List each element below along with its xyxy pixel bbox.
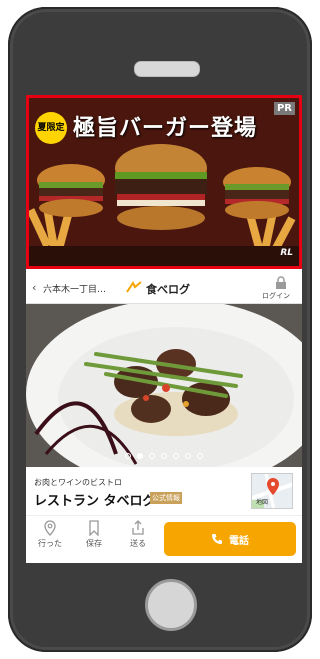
back-icon[interactable]: ‹ bbox=[32, 281, 36, 294]
site-logo[interactable]: 食べログ bbox=[146, 281, 190, 297]
share-icon bbox=[132, 520, 144, 535]
gallery-dot[interactable] bbox=[125, 453, 131, 459]
map-thumbnail[interactable]: 地図 bbox=[251, 473, 293, 509]
official-badge: 公式情報 bbox=[150, 492, 182, 504]
restaurant-genre: お肉とワインのビストロ bbox=[34, 478, 122, 487]
lock-icon bbox=[276, 276, 286, 289]
gallery-dot[interactable] bbox=[161, 453, 167, 459]
home-button[interactable] bbox=[145, 579, 197, 631]
call-label: 電話 bbox=[229, 535, 249, 547]
header-bar: ‹ 六本木一丁目… 食べログ ログイン bbox=[26, 273, 302, 304]
gallery-dot[interactable] bbox=[149, 453, 155, 459]
pr-label: PR bbox=[273, 102, 295, 115]
ad-brand-mark: RL bbox=[280, 248, 293, 258]
send-button[interactable]: 送る bbox=[120, 520, 156, 549]
action-bar: 行った 保存 送る 電話 bbox=[26, 515, 302, 563]
dish-image bbox=[26, 304, 302, 467]
gallery-dot[interactable] bbox=[173, 453, 179, 459]
phone-icon bbox=[212, 534, 222, 544]
bookmark-icon bbox=[89, 520, 99, 536]
map-label: 地図 bbox=[256, 499, 269, 506]
restaurant-name: レストラン タベログ bbox=[34, 494, 156, 509]
restaurant-info: お肉とワインのビストロ レストラン タベログ 公式情報 地図 bbox=[26, 467, 302, 515]
login-button[interactable]: ログイン bbox=[262, 291, 290, 301]
location-text[interactable]: 六本木一丁目… bbox=[43, 282, 106, 295]
save-label: 保存 bbox=[86, 539, 102, 548]
gallery-dot[interactable] bbox=[197, 453, 203, 459]
limited-badge: 夏限定 bbox=[35, 112, 67, 144]
pin-icon bbox=[44, 520, 56, 536]
logo-icon bbox=[126, 281, 142, 293]
went-button[interactable]: 行った bbox=[32, 520, 68, 549]
gallery-dots bbox=[26, 453, 302, 459]
phone-speaker bbox=[134, 61, 200, 77]
went-label: 行った bbox=[38, 539, 62, 548]
phone-screen: 夏限定 極旨バーガー登場 PR RL ‹ 六本木一丁目… 食べログ ログイン お… bbox=[26, 95, 302, 563]
ad-banner[interactable]: 夏限定 極旨バーガー登場 PR RL bbox=[26, 95, 302, 269]
dish-photo[interactable] bbox=[26, 304, 302, 467]
gallery-dot[interactable] bbox=[185, 453, 191, 459]
call-button[interactable]: 電話 bbox=[164, 522, 296, 556]
gallery-dot-active[interactable] bbox=[137, 453, 143, 459]
ad-headline: 極旨バーガー登場 bbox=[73, 116, 258, 141]
send-label: 送る bbox=[130, 539, 146, 548]
save-button[interactable]: 保存 bbox=[76, 520, 112, 549]
